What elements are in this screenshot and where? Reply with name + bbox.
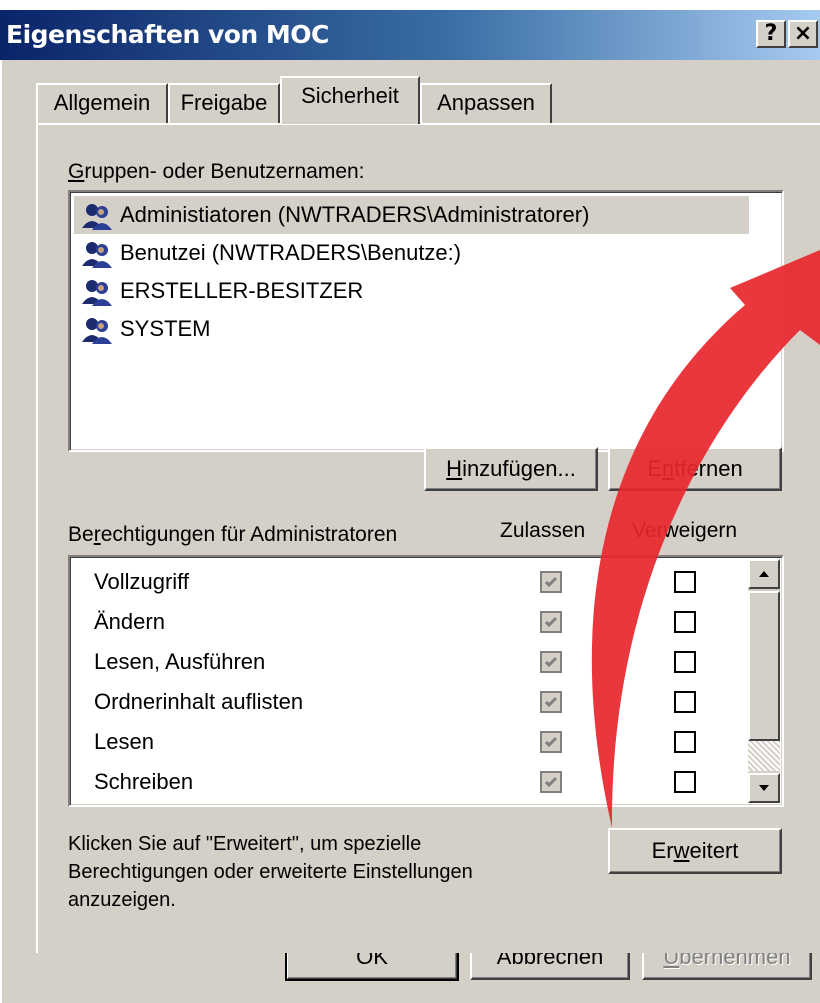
- window-title: Eigenschaften von MOC: [6, 20, 329, 49]
- list-item-label: ERSTELLER-BESITZER: [120, 278, 364, 303]
- add-button[interactable]: Hinzufügen...: [424, 447, 598, 491]
- deny-column-header: Verweigern: [632, 519, 738, 542]
- users-group-icon: [80, 278, 116, 307]
- permission-label: Ändern: [94, 609, 165, 634]
- checkmark-icon: [544, 576, 558, 588]
- deny-checkbox[interactable]: [674, 651, 696, 673]
- tab-label: Allgemein: [53, 90, 151, 115]
- allow-checkbox[interactable]: [540, 571, 562, 593]
- tab-label: Sicherheit: [301, 83, 399, 108]
- list-item-benutzer[interactable]: Benutzei (NWTRADERS\Benutze:): [74, 234, 461, 272]
- properties-dialog: Eigenschaften von MOC ? × Allgemein Frei…: [0, 10, 820, 1003]
- allow-checkbox[interactable]: [540, 611, 562, 633]
- checkmark-icon: [544, 616, 558, 628]
- deny-checkbox[interactable]: [674, 611, 696, 633]
- allow-checkbox[interactable]: [540, 731, 562, 753]
- scroll-up-button[interactable]: [748, 559, 780, 589]
- tab-allgemein[interactable]: Allgemein: [36, 83, 168, 123]
- list-item-ersteller-besitzer[interactable]: ERSTELLER-BESITZER: [74, 272, 363, 310]
- users-group-icon: [80, 202, 116, 231]
- users-group-icon: [80, 316, 116, 345]
- list-item-label: Benutzei (NWTRADERS\Benutze:): [120, 240, 462, 265]
- help-button[interactable]: ?: [756, 20, 786, 48]
- title-bar[interactable]: Eigenschaften von MOC ? ×: [0, 10, 820, 60]
- list-item-label: Administiatoren (NWTRADERS\Administrator…: [120, 202, 590, 227]
- allow-checkbox[interactable]: [540, 691, 562, 713]
- remove-button[interactable]: Entfernen: [608, 447, 782, 491]
- advanced-button[interactable]: Erweitert: [608, 828, 782, 874]
- checkmark-icon: [544, 776, 558, 788]
- groups-label: Gruppen- oder Benutzernamen:: [68, 160, 365, 183]
- list-item-label: SYSTEM: [120, 316, 211, 341]
- tab-label: Anpassen: [437, 90, 535, 115]
- permission-label: Lesen, Ausführen: [94, 649, 266, 674]
- permissions-list[interactable]: Vollzugriff Ändern Lesen, Ausführen Ordneri…: [68, 555, 784, 807]
- scroll-thumb[interactable]: [748, 591, 780, 741]
- tab-sicherheit[interactable]: Sicherheit: [280, 76, 420, 124]
- permission-label: Vollzugriff: [94, 569, 189, 594]
- info-line: Berechtigungen oder erweiterte Einstellu…: [68, 861, 473, 883]
- tab-freigabe[interactable]: Freigabe: [168, 83, 280, 123]
- checkmark-icon: [544, 656, 558, 668]
- arrow-up-icon: [759, 571, 769, 577]
- permission-label: Lesen: [94, 729, 154, 754]
- tab-anpassen[interactable]: Anpassen: [420, 83, 552, 123]
- scroll-down-button[interactable]: [748, 773, 780, 803]
- allow-column-header: Zulassen: [500, 519, 586, 542]
- permission-label: Schreiben: [94, 769, 194, 794]
- info-line: Klicken Sie auf "Erweitert", um speziell…: [68, 833, 422, 855]
- allow-checkbox[interactable]: [540, 651, 562, 673]
- deny-checkbox[interactable]: [674, 691, 696, 713]
- deny-checkbox[interactable]: [674, 771, 696, 793]
- allow-checkbox[interactable]: [540, 771, 562, 793]
- tab-label: Freigabe: [180, 90, 268, 115]
- deny-checkbox[interactable]: [674, 731, 696, 753]
- close-button[interactable]: ×: [788, 20, 818, 48]
- list-item-system[interactable]: SYSTEM: [74, 310, 210, 348]
- info-line: anzuzeigen.: [68, 889, 176, 911]
- checkmark-icon: [544, 736, 558, 748]
- groups-listbox[interactable]: Administiatoren (NWTRADERS\Administrator…: [68, 190, 784, 452]
- advanced-info-text: Klicken Sie auf "Erweitert", um speziell…: [68, 830, 473, 914]
- arrow-down-icon: [759, 785, 769, 791]
- users-group-icon: [80, 240, 116, 269]
- list-item-administratoren[interactable]: Administiatoren (NWTRADERS\Administrator…: [74, 196, 749, 234]
- checkmark-icon: [544, 696, 558, 708]
- scroll-track[interactable]: [748, 741, 780, 771]
- permission-label: Ordnerinhalt auflisten: [94, 689, 304, 714]
- permissions-header: Berechtigungen für Administratoren: [68, 523, 398, 546]
- security-tab-panel: Gruppen- oder Benutzernamen: Administiat…: [36, 123, 820, 953]
- deny-checkbox[interactable]: [674, 571, 696, 593]
- permissions-scrollbar[interactable]: [748, 559, 780, 803]
